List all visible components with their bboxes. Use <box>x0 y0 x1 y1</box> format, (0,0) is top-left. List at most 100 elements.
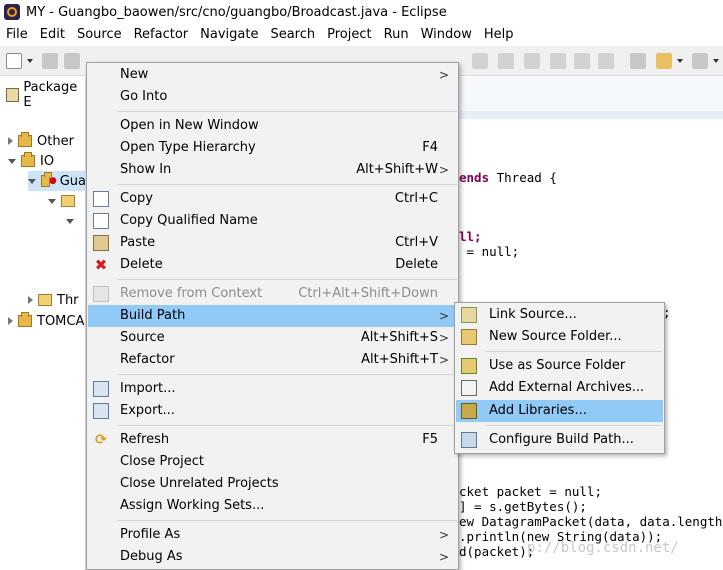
tree-item-io[interactable]: IO <box>8 151 54 171</box>
menu-item-close-project[interactable]: Close Project <box>88 451 458 473</box>
code-line: = null; <box>459 244 520 259</box>
project-icon <box>18 312 32 327</box>
menu-item-delete[interactable]: ✖ Delete Delete <box>88 254 458 276</box>
external-archive-icon <box>461 380 477 396</box>
menu-run[interactable]: Run <box>378 24 415 46</box>
prev-annotation-icon[interactable] <box>598 53 614 69</box>
save-all-icon[interactable] <box>64 53 80 69</box>
tree-item-label: IO <box>40 153 55 169</box>
menu-item-label: Copy Qualified Name <box>120 213 258 228</box>
submenu-item-label: Use as Source Folder <box>489 358 626 373</box>
menu-item-label: Paste <box>120 235 156 250</box>
submenu-item-link-source[interactable]: Link Source... <box>456 304 663 326</box>
menu-item-copy[interactable]: Copy Ctrl+C <box>88 188 458 210</box>
submenu-item-label: New Source Folder... <box>489 329 622 344</box>
menu-source[interactable]: Source <box>71 24 128 46</box>
project-icon <box>21 152 35 167</box>
menu-help[interactable]: Help <box>478 24 520 46</box>
menu-item-label: Open Type Hierarchy <box>120 140 256 155</box>
collapse-arrow-icon[interactable] <box>28 178 36 184</box>
menu-separator <box>117 184 457 185</box>
tree-item-tomcat[interactable]: TOMCA <box>8 311 84 331</box>
menu-item-source[interactable]: Source Alt+Shift+S > <box>88 327 458 349</box>
menu-item-refactor[interactable]: Refactor Alt+Shift+T > <box>88 349 458 371</box>
submenu-item-configure-build-path[interactable]: Configure Build Path... <box>456 429 663 451</box>
toggle-icon[interactable] <box>524 53 540 69</box>
code-line: d(packet); <box>459 544 535 559</box>
menu-item-assign-working-sets[interactable]: Assign Working Sets... <box>88 495 458 517</box>
submenu-item-add-libraries[interactable]: Add Libraries... <box>456 400 663 422</box>
code-text: Thread { <box>489 170 557 185</box>
menu-item-label: Show In <box>120 162 172 177</box>
menu-file[interactable]: File <box>0 24 34 46</box>
submenu-item-new-source-folder[interactable]: New Source Folder... <box>456 326 663 348</box>
tree-item-src[interactable] <box>48 191 80 211</box>
menu-item-copy-qualified-name[interactable]: Copy Qualified Name <box>88 210 458 232</box>
annotation-icon[interactable] <box>498 53 514 69</box>
code-keyword: ends <box>459 170 490 185</box>
new-dropdown-icon[interactable] <box>27 59 33 63</box>
menu-project[interactable]: Project <box>321 24 377 46</box>
menu-navigate[interactable]: Navigate <box>194 24 264 46</box>
menu-item-show-in[interactable]: Show In Alt+Shift+W > <box>88 159 458 181</box>
menu-item-shortcut: Alt+Shift+S <box>360 330 438 345</box>
menu-item-debug-as[interactable]: Debug As > <box>88 546 458 568</box>
menu-item-open-in-new-window[interactable]: Open in New Window <box>88 115 458 137</box>
menu-item-build-path[interactable]: Build Path > <box>88 305 458 327</box>
menu-edit[interactable]: Edit <box>34 24 71 46</box>
menu-item-label: Assign Working Sets... <box>120 498 265 513</box>
expand-arrow-icon[interactable] <box>28 296 33 304</box>
new-icon[interactable] <box>6 53 22 69</box>
search-icon[interactable] <box>550 53 566 69</box>
menu-item-shortcut: Ctrl+Alt+Shift+Down <box>298 286 438 301</box>
tree-item-thread[interactable]: Thr <box>28 290 79 310</box>
package-explorer-icon <box>6 88 20 102</box>
menu-item-go-into[interactable]: Go Into <box>88 86 458 108</box>
menu-bar: File Edit Source Refactor Navigate Searc… <box>0 24 723 46</box>
edit-icon[interactable] <box>472 53 488 69</box>
collapse-arrow-icon[interactable] <box>8 158 16 164</box>
menu-search[interactable]: Search <box>264 24 321 46</box>
menu-item-shortcut: Ctrl+C <box>394 191 438 206</box>
expand-arrow-icon[interactable] <box>8 317 13 325</box>
next-annotation-icon[interactable] <box>574 53 590 69</box>
submenu-item-use-as-source-folder[interactable]: Use as Source Folder <box>456 355 663 377</box>
back-dropdown-icon[interactable] <box>677 59 683 63</box>
use-source-folder-icon <box>461 358 477 374</box>
back-icon[interactable] <box>656 53 672 69</box>
collapse-arrow-icon[interactable] <box>66 218 74 224</box>
menu-item-close-unrelated-projects[interactable]: Close Unrelated Projects <box>88 473 458 495</box>
add-libraries-icon <box>461 403 477 419</box>
link-source-icon <box>461 307 477 323</box>
menu-item-export[interactable]: Export... <box>88 400 458 422</box>
project-icon <box>41 172 52 187</box>
tree-item-guangbo[interactable]: ● Gua <box>28 171 86 191</box>
menu-item-open-type-hierarchy[interactable]: Open Type Hierarchy F4 <box>88 137 458 159</box>
collapse-arrow-icon[interactable] <box>48 198 56 204</box>
expand-arrow-icon[interactable] <box>8 137 13 145</box>
forward-icon[interactable] <box>692 53 708 69</box>
menu-window[interactable]: Window <box>415 24 478 46</box>
forward-dropdown-icon[interactable] <box>713 59 719 63</box>
save-icon[interactable] <box>42 53 58 69</box>
submenu-arrow-icon: > <box>438 163 449 177</box>
code-line: ] = s.getBytes(); <box>459 499 587 514</box>
watermark: p://blog.csdn.net/ <box>527 540 679 556</box>
tree-item-package[interactable] <box>66 211 79 231</box>
menu-item-label: Copy <box>120 191 153 206</box>
submenu-arrow-icon: > <box>438 331 449 345</box>
menu-item-remove-from-context[interactable]: Remove from Context Ctrl+Alt+Shift+Down <box>88 283 458 305</box>
submenu-item-add-external-archives[interactable]: Add External Archives... <box>456 377 663 399</box>
menu-item-new[interactable]: New > <box>88 64 458 86</box>
menu-item-refresh[interactable]: ⟳ Refresh F5 <box>88 429 458 451</box>
package-explorer-tab[interactable]: Package E <box>0 80 86 110</box>
tree-item-other[interactable]: Other <box>8 131 74 151</box>
menu-item-profile-as[interactable]: Profile As > <box>88 524 458 546</box>
submenu-arrow-icon: > <box>438 68 449 82</box>
menu-item-paste[interactable]: Paste Ctrl+V <box>88 232 458 254</box>
menu-item-shortcut: Alt+Shift+W <box>356 162 438 177</box>
last-edit-icon[interactable] <box>630 53 646 69</box>
menu-item-import[interactable]: Import... <box>88 378 458 400</box>
submenu-arrow-icon: > <box>438 528 449 542</box>
menu-refactor[interactable]: Refactor <box>128 24 195 46</box>
